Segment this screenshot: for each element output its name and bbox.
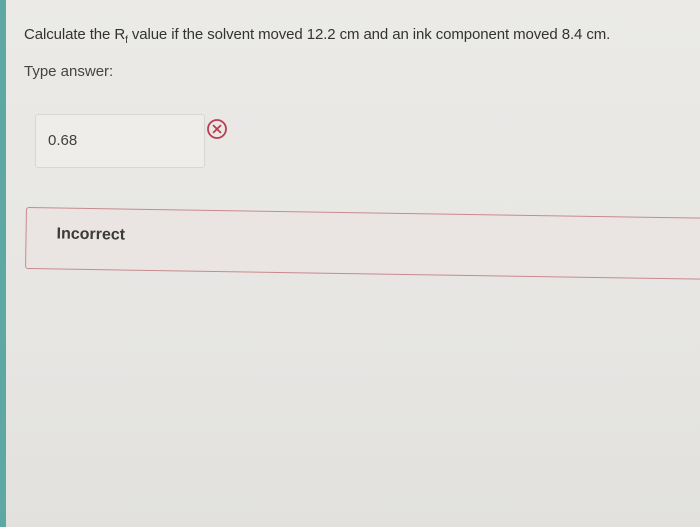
type-answer-label: Type answer:: [24, 63, 114, 80]
answer-value: 0.68: [48, 132, 78, 149]
question-prefix: Calculate the R: [24, 26, 126, 43]
x-circle-icon: [207, 119, 227, 139]
feedback-box: Incorrect: [25, 207, 700, 280]
question-text: Calculate the Rf value if the solvent mo…: [24, 26, 610, 46]
feedback-label: Incorrect: [56, 225, 126, 244]
question-page: Calculate the Rf value if the solvent mo…: [6, 0, 700, 527]
answer-input[interactable]: 0.68: [35, 114, 205, 168]
question-suffix: value if the solvent moved 12.2 cm and a…: [127, 26, 611, 43]
